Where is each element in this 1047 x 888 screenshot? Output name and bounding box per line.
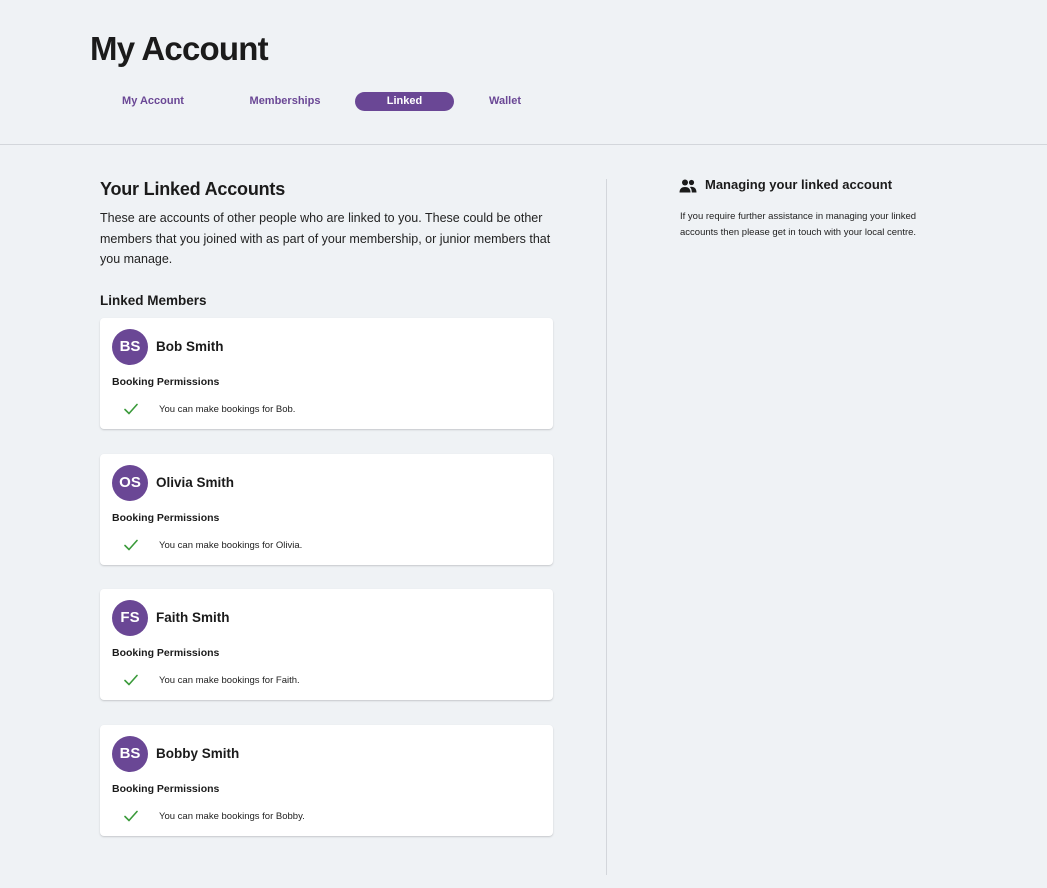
member-name: Bobby Smith [156,746,240,761]
avatar: BS [112,329,148,365]
booking-permissions-heading: Booking Permissions [112,376,220,388]
page-title: My Account [90,30,269,67]
avatar: OS [112,465,148,501]
linked-accounts-description: These are accounts of other people who a… [100,211,551,266]
check-icon [124,674,138,686]
booking-permissions-heading: Booking Permissions [112,783,220,795]
tab-wallet[interactable]: Wallet [475,92,535,111]
member-card: BS Bobby Smith Booking Permissions You c… [100,725,553,836]
permission-text: You can make bookings for Olivia. [159,540,303,551]
sidebar-title: Managing your linked account [705,177,893,192]
member-name: Bob Smith [156,339,224,354]
member-name: Faith Smith [156,610,230,625]
member-card: BS Bob Smith Booking Permissions You can… [100,318,553,429]
tab-linked[interactable]: Linked [355,92,454,111]
member-name: Olivia Smith [156,475,235,490]
avatar: BS [112,736,148,772]
column-divider [606,179,607,875]
booking-permissions-heading: Booking Permissions [112,512,220,524]
check-icon [124,403,138,415]
member-card: FS Faith Smith Booking Permissions You c… [100,589,553,700]
tab-my-account[interactable]: My Account [103,92,203,111]
check-icon [124,539,138,551]
member-card: OS Olivia Smith Booking Permissions You … [100,454,553,565]
check-icon [124,810,138,822]
linked-accounts-title: Your Linked Accounts [100,179,286,199]
permission-text: You can make bookings for Faith. [159,675,300,686]
permission-text: You can make bookings for Bob. [159,404,296,415]
page-header: My Account My Account Memberships Linked… [0,0,1047,145]
booking-permissions-heading: Booking Permissions [112,647,220,659]
permission-text: You can make bookings for Bobby. [159,811,305,822]
people-icon [679,179,697,193]
tab-memberships[interactable]: Memberships [235,92,335,111]
account-tabs: My Account Memberships Linked Wallet [0,92,600,112]
avatar: FS [112,600,148,636]
linked-members-heading: Linked Members [100,293,207,308]
sidebar-description: If you require further assistance in man… [680,211,917,238]
